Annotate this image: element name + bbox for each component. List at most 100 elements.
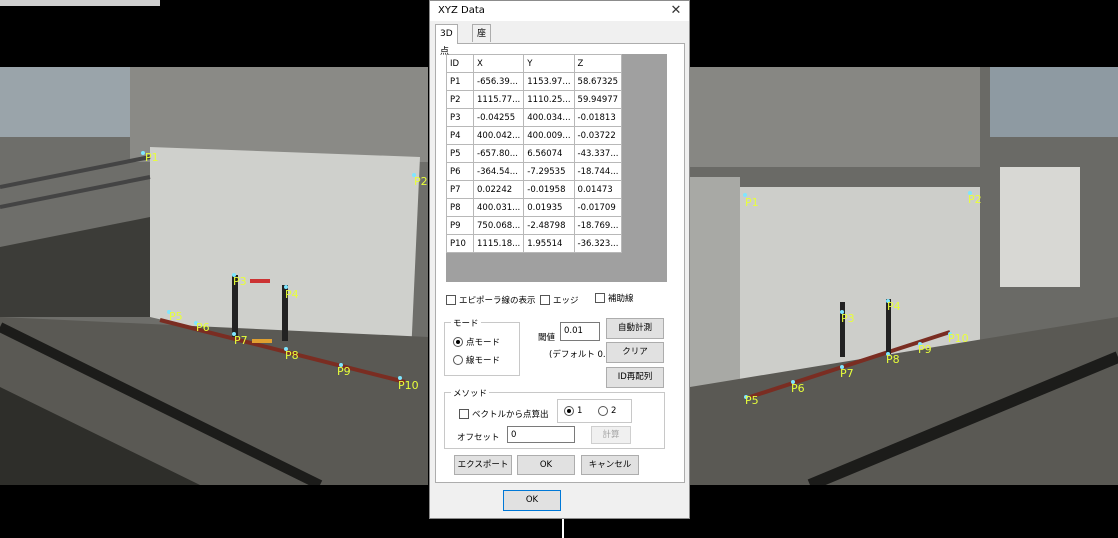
id-reorder-button[interactable]: ID再配列 (606, 367, 664, 388)
checkbox-box[interactable] (595, 293, 605, 303)
left-camera-image[interactable]: P1 P2 P3 P4 P5 P6 P7 P8 P9 P10 (0, 67, 428, 485)
table-cell[interactable]: -0.01958 (523, 180, 575, 199)
table-cell[interactable]: 400.009... (523, 126, 575, 145)
line-mode-radio[interactable]: 線モード (453, 354, 500, 366)
table-cell[interactable]: -18.769... (573, 216, 623, 235)
table-cell[interactable]: P1 (446, 72, 474, 91)
table-cell[interactable]: 58.67325 (573, 72, 623, 91)
method-option-2-radio[interactable]: 2 (598, 406, 616, 416)
compute-button[interactable]: 計算 (591, 426, 631, 444)
clear-button[interactable]: クリア (606, 342, 664, 363)
table-cell[interactable]: -0.04255 (472, 108, 525, 127)
point-mode-radio[interactable]: 点モード (453, 336, 500, 348)
table-cell[interactable]: P3 (446, 108, 474, 127)
table-cell[interactable]: -364.54... (472, 162, 525, 181)
table-cell[interactable]: -0.03722 (573, 126, 623, 145)
dialog-ok-button[interactable]: OK (503, 490, 561, 511)
table-cell[interactable]: P2 (446, 90, 474, 109)
right-marker-label: P3 (841, 312, 855, 325)
table-cell[interactable]: 750.068... (472, 216, 525, 235)
checkbox-box[interactable] (446, 295, 456, 305)
table-cell[interactable]: -7.29535 (523, 162, 575, 181)
assist-line-checkbox[interactable]: 補助線 (595, 292, 634, 304)
radio-dot[interactable] (453, 337, 463, 347)
offset-label: オフセット (457, 433, 500, 443)
method-option-2-label: 2 (611, 406, 617, 416)
app-toolbar-strip[interactable] (0, 0, 160, 6)
table-row[interactable]: P9 750.068... -2.48798 -18.769... (446, 216, 623, 235)
table-cell[interactable]: -36.323... (573, 234, 623, 253)
line-mode-label: 線モード (466, 356, 501, 366)
table-cell[interactable]: -657.80... (472, 144, 525, 163)
checkbox-box[interactable] (540, 295, 550, 305)
table-cell[interactable]: P10 (446, 234, 474, 253)
points-table[interactable]: ID X Y Z P1 -656.39... 1153.97... 58.67325 P2 111… (446, 54, 623, 253)
table-cell[interactable]: 1115.77... (472, 90, 525, 109)
vector-checkbox[interactable]: ベクトルから点算出 (459, 408, 549, 420)
tab-coordinate-transform[interactable]: 座標変換 (472, 24, 492, 93)
table-row[interactable]: P1 -656.39... 1153.97... 58.67325 (446, 72, 623, 91)
table-cell[interactable]: -2.48798 (523, 216, 575, 235)
left-marker-p3: P3 (232, 273, 247, 288)
table-cell[interactable]: P9 (446, 216, 474, 235)
table-cell[interactable]: 1.95514 (523, 234, 575, 253)
left-marker-p2: P2 (412, 173, 428, 188)
table-row[interactable]: P5 -657.80... 6.56074 -43.337... (446, 144, 623, 163)
method-option-box: 1 2 (557, 399, 632, 423)
checkbox-box[interactable] (459, 409, 469, 419)
table-cell[interactable]: 400.042... (472, 126, 525, 145)
table-cell[interactable]: 0.01935 (523, 198, 575, 217)
right-marker-p10: P10 (948, 332, 969, 345)
column-header[interactable]: Z (573, 54, 623, 73)
dialog-titlebar[interactable]: XYZ Data ✕ (430, 1, 689, 21)
table-cell[interactable]: 1153.97... (523, 72, 575, 91)
column-header[interactable]: ID (446, 54, 474, 73)
table-cell[interactable]: 6.56074 (523, 144, 575, 163)
table-row[interactable]: P8 400.031... 0.01935 -0.01709 (446, 198, 623, 217)
column-header[interactable]: Y (523, 54, 575, 73)
table-cell[interactable]: -656.39... (472, 72, 525, 91)
right-marker-p1: P1 (743, 193, 759, 209)
table-cell[interactable]: P6 (446, 162, 474, 181)
table-row[interactable]: P7 0.02242 -0.01958 0.01473 (446, 180, 623, 199)
table-cell[interactable]: 59.94977 (573, 90, 623, 109)
table-cell[interactable]: P4 (446, 126, 474, 145)
edge-checkbox[interactable]: エッジ (540, 294, 579, 306)
export-button[interactable]: エクスポート (454, 455, 512, 475)
table-cell[interactable]: 0.02242 (472, 180, 525, 199)
table-cell[interactable]: 1115.18... (472, 234, 525, 253)
table-row[interactable]: P2 1115.77... 1110.25... 59.94977 (446, 90, 623, 109)
right-camera-image[interactable]: P1 P2 P3 P4 P5 P6 P7 P8 P9 P10 (690, 67, 1118, 485)
threshold-input[interactable]: 0.01 (560, 322, 600, 341)
ok-button[interactable]: OK (517, 455, 575, 475)
point-mode-label: 点モード (466, 338, 501, 348)
radio-dot[interactable] (453, 355, 463, 365)
radio-dot[interactable] (598, 406, 608, 416)
table-cell[interactable]: -18.744... (573, 162, 623, 181)
table-row[interactable]: P6 -364.54... -7.29535 -18.744... (446, 162, 623, 181)
table-row[interactable]: P10 1115.18... 1.95514 -36.323... (446, 234, 623, 253)
table-row[interactable]: P3 -0.04255 400.034... -0.01813 (446, 108, 623, 127)
column-header[interactable]: X (472, 54, 525, 73)
table-cell[interactable]: 400.034... (523, 108, 575, 127)
table-cell[interactable]: -43.337... (573, 144, 623, 163)
epipolar-checkbox[interactable]: エピポーラ線の表示 (446, 294, 536, 306)
table-cell[interactable]: -0.01709 (573, 198, 623, 217)
right-marker-p4: P4 (886, 299, 901, 313)
table-cell[interactable]: 1110.25... (523, 90, 575, 109)
points-grid-area[interactable]: ID X Y Z P1 -656.39... 1153.97... 58.67325 P2 111… (446, 54, 667, 282)
table-cell[interactable]: P7 (446, 180, 474, 199)
radio-dot[interactable] (564, 406, 574, 416)
method-option-1-radio[interactable]: 1 (564, 406, 582, 416)
table-row[interactable]: P4 400.042... 400.009... -0.03722 (446, 126, 623, 145)
cancel-button[interactable]: キャンセル (581, 455, 639, 475)
table-cell[interactable]: P5 (446, 144, 474, 163)
table-cell[interactable]: 400.031... (472, 198, 525, 217)
table-cell[interactable]: 0.01473 (573, 180, 623, 199)
table-cell[interactable]: -0.01813 (573, 108, 623, 127)
close-icon[interactable]: ✕ (667, 2, 685, 20)
table-cell[interactable]: P8 (446, 198, 474, 217)
tab-3d-points[interactable]: 3D点 (435, 24, 458, 57)
auto-measure-button[interactable]: 自動計測 (606, 318, 664, 339)
offset-input[interactable]: 0 (507, 426, 575, 443)
